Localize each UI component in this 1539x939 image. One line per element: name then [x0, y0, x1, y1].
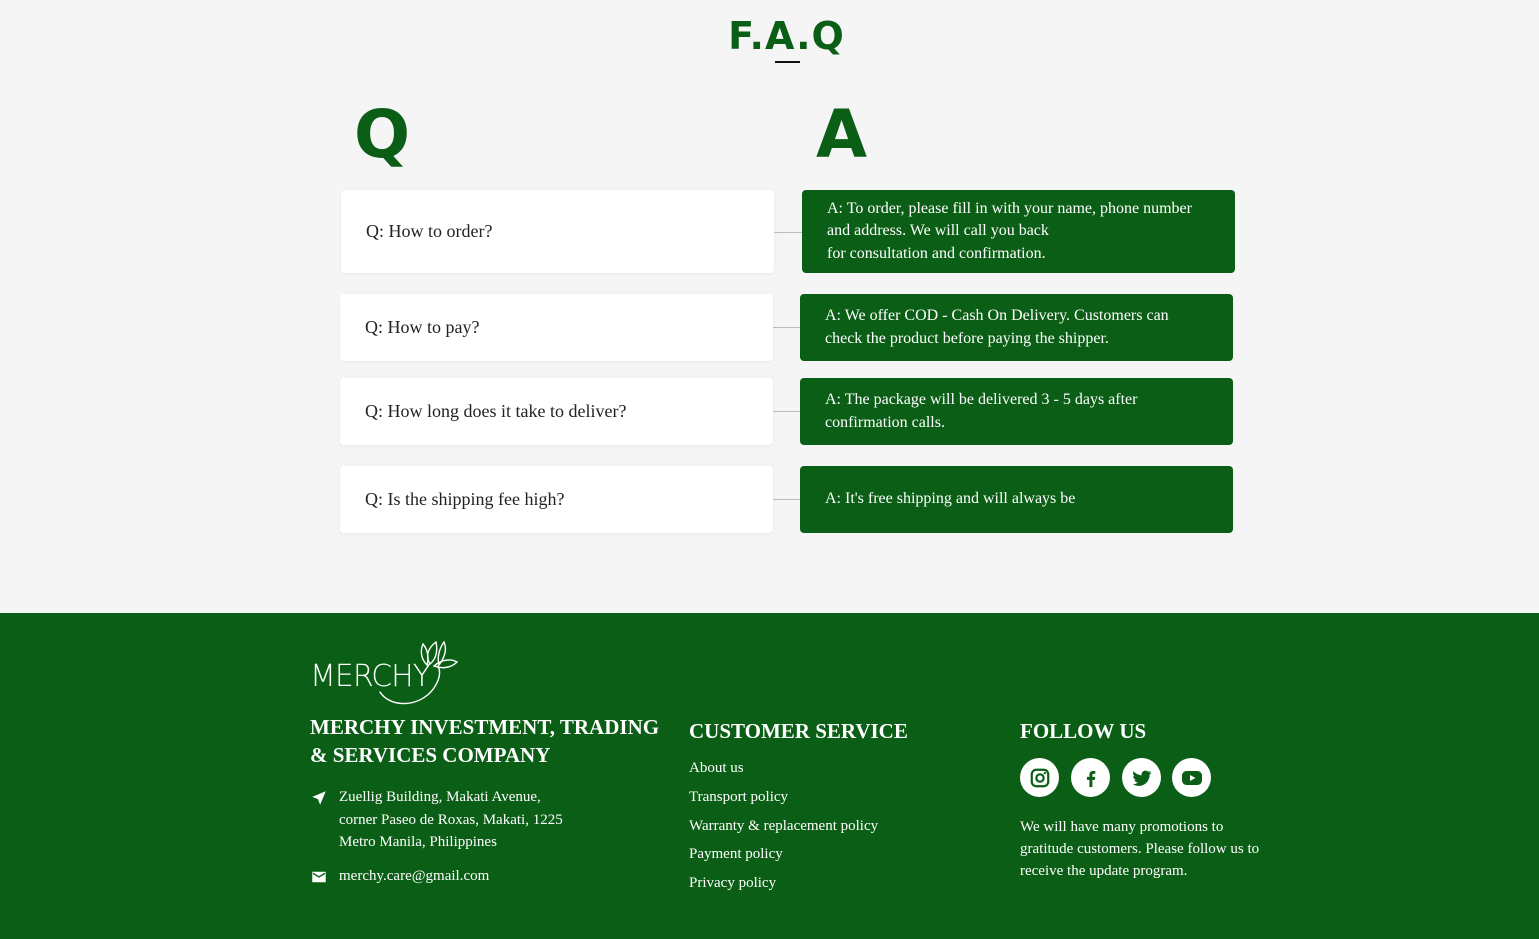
transport-policy-link[interactable]: Transport policy	[689, 789, 788, 806]
facebook-icon[interactable]	[1071, 758, 1110, 797]
company-name: MERCHY INVESTMENT, TRADING & SERVICES CO…	[310, 715, 660, 767]
follow-us-text: We will have many promotions to gratitud…	[1020, 819, 1260, 879]
answer-card: A: The package will be delivered 3 - 5 d…	[800, 378, 1233, 445]
question-card[interactable]: Q: How long does it take to deliver?	[340, 378, 773, 445]
warranty-policy-link[interactable]: Warranty & replacement policy	[689, 818, 878, 835]
address-row: Zuellig Building, Makati Avenue, corner …	[310, 786, 563, 854]
question-card[interactable]: Q: Is the shipping fee high?	[340, 466, 773, 533]
address-text: Zuellig Building, Makati Avenue, corner …	[339, 789, 563, 850]
answer-card: A: We offer COD - Cash On Delivery. Cust…	[800, 294, 1233, 361]
question-text: Q: Is the shipping fee high?	[365, 489, 565, 509]
location-arrow-icon	[310, 786, 339, 854]
connector-line	[773, 499, 800, 500]
follow-us-heading: FOLLOW US	[1020, 719, 1147, 743]
merchy-logo[interactable]: MERCHY	[310, 630, 460, 706]
answer-card: A: To order, please fill in with your na…	[802, 190, 1235, 273]
answer-card: A: It's free shipping and will always be	[800, 466, 1233, 533]
title-underline	[775, 61, 800, 63]
answer-text: A: It's free shipping and will always be	[825, 490, 1076, 508]
question-text: Q: How to pay?	[365, 317, 480, 337]
a-column-heading: A	[816, 96, 868, 173]
youtube-icon[interactable]	[1172, 758, 1211, 797]
twitter-icon[interactable]	[1122, 758, 1161, 797]
email-row[interactable]: merchy.care@gmail.com	[310, 865, 489, 894]
question-card[interactable]: Q: How to pay?	[340, 294, 773, 361]
faq-title: F.A.Q	[728, 14, 845, 58]
svg-text:MERCHY: MERCHY	[310, 659, 431, 694]
q-column-heading: Q	[354, 96, 411, 173]
connector-line	[773, 411, 800, 412]
question-text: Q: How long does it take to deliver?	[365, 401, 627, 421]
question-text: Q: How to order?	[366, 221, 493, 241]
privacy-policy-link[interactable]: Privacy policy	[689, 875, 776, 892]
mail-icon	[310, 865, 339, 894]
question-card[interactable]: Q: How to order?	[341, 190, 774, 273]
connector-line	[773, 327, 800, 328]
email-link[interactable]: merchy.care@gmail.com	[339, 865, 489, 894]
payment-policy-link[interactable]: Payment policy	[689, 846, 783, 863]
answer-text: A: We offer COD - Cash On Delivery. Cust…	[825, 307, 1169, 347]
connector-line	[774, 232, 802, 233]
instagram-icon[interactable]	[1020, 758, 1059, 797]
answer-text: A: The package will be delivered 3 - 5 d…	[825, 391, 1138, 431]
about-us-link[interactable]: About us	[689, 760, 744, 777]
answer-text: A: To order, please fill in with your na…	[827, 199, 1192, 262]
footer: MERCHY MERCHY INVESTMENT, TRADING & SERV…	[0, 613, 1539, 939]
customer-service-heading: CUSTOMER SERVICE	[689, 719, 908, 743]
